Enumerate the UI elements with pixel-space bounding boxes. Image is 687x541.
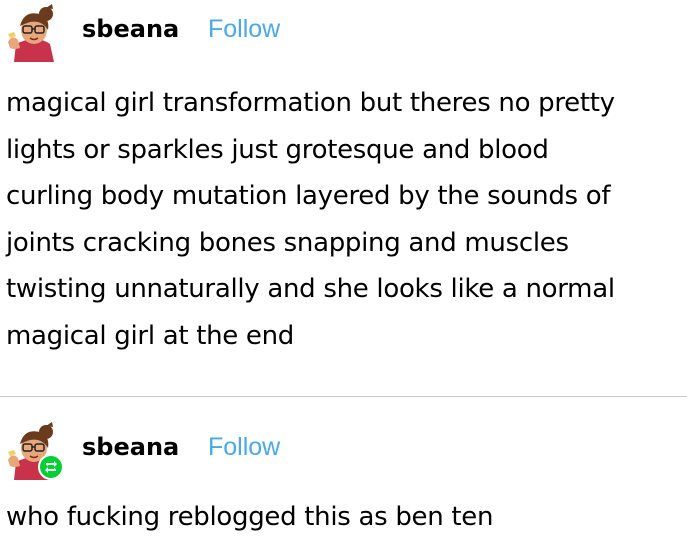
avatar-illustration-icon [8,4,54,62]
post-text: magical girl transformation but theres n… [6,88,615,351]
post-header: sbeana Follow [0,0,687,62]
divider [0,396,687,397]
follow-button[interactable]: Follow [208,14,280,44]
avatar[interactable] [6,4,66,62]
original-post: sbeana Follow magical girl transformatio… [0,0,687,396]
post-header: sbeana Follow [0,418,687,480]
reblog-post: sbeana Follow who fucking reblogged this… [0,418,687,536]
username[interactable]: sbeana [82,432,179,462]
reblog-badge [38,454,64,480]
follow-button[interactable]: Follow [208,432,280,462]
post-text: who fucking reblogged this as ben ten [6,502,494,532]
username[interactable]: sbeana [82,14,179,44]
reblog-icon [45,461,57,473]
